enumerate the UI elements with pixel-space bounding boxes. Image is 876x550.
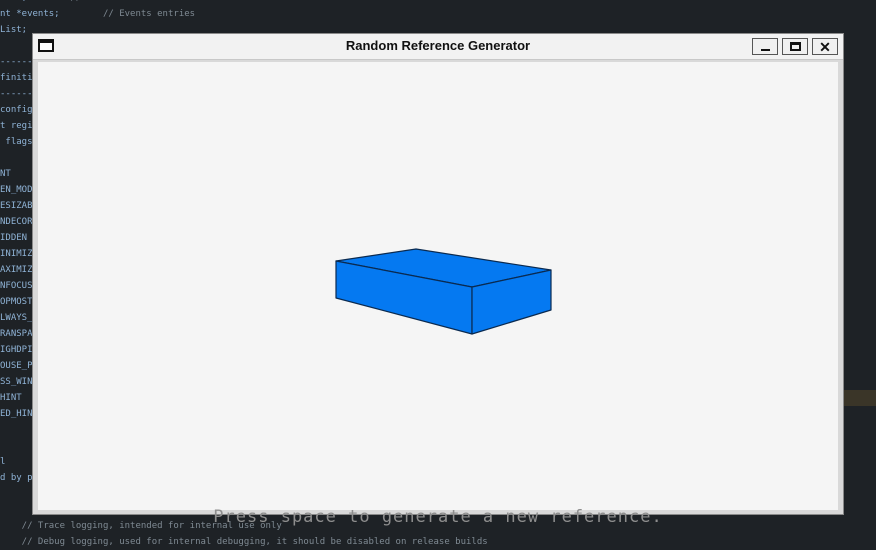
code-line: nt *events; // Events entries [0, 9, 196, 19]
minimize-icon [760, 49, 770, 51]
close-icon: ✕ [819, 38, 831, 55]
code-line: flags [0, 137, 33, 147]
editor-line-highlight [842, 390, 876, 406]
render-viewport[interactable]: Press space to generate a new reference. [38, 62, 838, 527]
maximize-icon [789, 42, 801, 51]
close-button[interactable]: ✕ [812, 38, 838, 55]
code-line: IDDEN [0, 233, 28, 243]
instruction-text: Press space to generate a new reference. [213, 507, 663, 527]
code-line: config [0, 105, 33, 115]
code-line: // Debug logging, used for internal debu… [0, 537, 488, 547]
minimize-button[interactable] [752, 38, 778, 55]
3d-scene [335, 248, 552, 335]
code-line: List; [0, 25, 28, 35]
code-line: l [0, 457, 6, 467]
code-line: OPMOST [0, 297, 33, 307]
maximize-button[interactable] [782, 38, 808, 55]
app-window: Random Reference Generator ✕ Press space… [32, 33, 844, 527]
code-line: IGHDPI [0, 345, 33, 355]
code-line: NT [0, 169, 11, 179]
title-bar[interactable]: Random Reference Generator ✕ [33, 34, 843, 60]
window-title: Random Reference Generator [345, 38, 531, 53]
code-line: HINT [0, 393, 22, 403]
reference-box [335, 248, 552, 335]
